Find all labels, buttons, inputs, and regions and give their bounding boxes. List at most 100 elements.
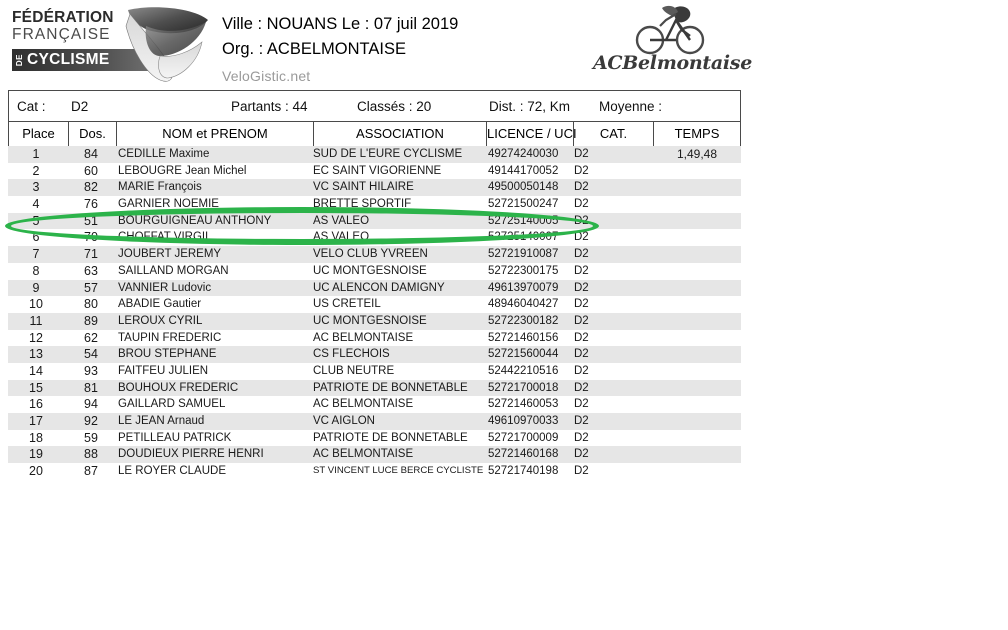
distance-value: Dist. : 72, Km <box>489 98 571 114</box>
cell-category: D2 <box>574 214 589 227</box>
cell-name: BOURGUIGNEAU ANTHONY <box>118 214 272 227</box>
cell-category: D2 <box>574 465 589 478</box>
cell-category: D2 <box>574 264 589 277</box>
cell-association: AC BELMONTAISE <box>313 448 414 461</box>
cell-licence: 52722300175 <box>488 264 559 277</box>
cat-value: D2 <box>71 98 89 114</box>
table-row: 14 93 FAITFEU JULIEN CLUB NEUTRE 52442210516… <box>8 362 741 380</box>
cell-dossard: 89 <box>84 313 98 328</box>
column-header-dos: Dos. <box>69 122 117 146</box>
cell-licence: 52721460168 <box>488 448 559 461</box>
table-row: 6 70 CHOFFAT VIRGIL AS VALEO 52725140007 D2 <box>8 229 741 247</box>
cell-association: PATRIOTE DE BONNETABLE <box>313 431 468 444</box>
cell-time <box>653 296 741 313</box>
table-row: 15 81 BOUHOUX FREDERIC PATRIOTE DE BONNETAB… <box>8 379 741 397</box>
cell-licence: 52721700018 <box>488 381 559 394</box>
cell-name: FAITFEU JULIEN <box>118 364 209 377</box>
cell-association: BRETTE SPORTIF <box>313 198 412 211</box>
cell-dossard: 63 <box>84 263 98 278</box>
table-row: 9 57 VANNIER Ludovic UC ALENCON DAMIGNY 4961… <box>8 279 741 297</box>
table-row: 10 80 ABADIE Gautier US CRETEIL 48946040427 D… <box>8 296 741 313</box>
cell-licence: 52442210516 <box>488 364 559 377</box>
table-row: 17 92 LE JEAN Arnaud VC AIGLON 49610970033 D2 <box>8 413 741 430</box>
cell-dossard: 51 <box>84 213 98 228</box>
cell-name: MARIE François <box>118 181 202 194</box>
cell-dossard: 54 <box>84 347 98 362</box>
cyclist-icon <box>635 5 705 55</box>
table-row: 18 59 PETILLEAU PATRICK PATRIOTE DE BONNETA… <box>8 429 741 447</box>
cell-place: 9 <box>32 280 40 295</box>
column-header-place: Place <box>9 122 69 146</box>
cell-licence: 52721910087 <box>488 248 559 261</box>
cell-time <box>653 396 741 413</box>
table-row: 13 54 BROU STEPHANE CS FLECHOIS 52721560044 D… <box>8 346 741 363</box>
cell-place: 5 <box>32 213 40 228</box>
cell-category: D2 <box>574 298 589 311</box>
cell-association: PATRIOTE DE BONNETABLE <box>313 381 468 394</box>
cell-category: D2 <box>574 148 589 160</box>
cell-association: VC AIGLON <box>313 415 375 427</box>
cell-licence: 49613970079 <box>488 281 559 294</box>
cell-time <box>653 430 741 447</box>
cell-place: 17 <box>29 414 43 428</box>
cell-association: CS FLECHOIS <box>313 348 390 361</box>
cell-category: D2 <box>574 164 589 177</box>
column-header-nom: NOM et PRENOM <box>117 122 314 146</box>
cell-name: DOUDIEUX PIERRE HENRI <box>118 448 264 461</box>
cell-time <box>653 330 741 347</box>
cell-place: 12 <box>29 330 43 345</box>
cell-category: D2 <box>574 231 589 244</box>
cell-licence: 48946040427 <box>488 298 559 311</box>
cell-association: EC SAINT VIGORIENNE <box>313 164 442 177</box>
cell-place: 1 <box>32 147 40 161</box>
cell-place: 15 <box>29 380 43 395</box>
cell-category: D2 <box>574 364 589 377</box>
cell-category: D2 <box>574 431 589 444</box>
cell-association: VC SAINT HILAIRE <box>313 181 414 194</box>
cell-association: AC BELMONTAISE <box>313 398 414 411</box>
results-header-box: Cat : D2 Partants : 44 Classés : 20 Dist… <box>8 90 741 148</box>
cell-licence: 52725140005 <box>488 214 559 227</box>
column-header-licence: LICENCE / UCI <box>487 122 577 146</box>
cell-category: D2 <box>574 314 589 327</box>
cell-dossard: 71 <box>84 247 98 262</box>
velogistic-watermark: VeloGistic.net <box>222 68 311 84</box>
event-ville-line: Ville : NOUANS Le : 07 juil 2019 <box>222 15 459 33</box>
cell-dossard: 76 <box>84 197 98 212</box>
cell-name: LEBOUGRE Jean Michel <box>118 164 247 177</box>
cell-time <box>653 229 741 246</box>
table-row: 2 60 LEBOUGRE Jean Michel EC SAINT VIGORIEN… <box>8 162 741 180</box>
document-header: FÉDÉRATION FRANÇAISE DE CYCLISME Ville:… <box>0 0 1008 90</box>
ffc-line-cyclisme: CYCLISME <box>27 51 110 68</box>
table-row: 7 71 JOUBERT JEREMY VELO CLUB YVREEN 5272191… <box>8 246 741 263</box>
cell-category: D2 <box>574 348 589 361</box>
cell-place: 14 <box>29 363 43 378</box>
cell-association: AS VALEO <box>313 231 370 244</box>
cell-time <box>653 463 741 480</box>
cell-name: GARNIER NOEMIE <box>118 198 219 211</box>
table-row: 3 82 MARIE François VC SAINT HILAIRE 4950005… <box>8 179 741 197</box>
column-header-cat: CAT. <box>574 122 654 146</box>
cell-place: 2 <box>32 163 40 178</box>
cell-category: D2 <box>574 415 589 427</box>
cell-licence: 52721700009 <box>488 431 559 444</box>
cell-time <box>653 380 741 397</box>
cell-licence: 49274240030 <box>488 148 559 160</box>
cell-name: LE ROYER CLAUDE <box>118 465 227 478</box>
cell-name: CHOFFAT VIRGIL <box>118 231 212 244</box>
cell-dossard: 62 <box>84 330 98 345</box>
cell-place: 11 <box>29 313 43 328</box>
cell-place: 8 <box>32 263 40 278</box>
cell-name: SAILLAND MORGAN <box>118 264 229 277</box>
table-row: 19 88 DOUDIEUX PIERRE HENRI AC BELMONTAISE 5… <box>8 446 741 464</box>
cell-time <box>653 179 741 196</box>
cell-dossard: 60 <box>84 163 98 178</box>
cell-licence: 52721500247 <box>488 198 559 211</box>
cell-association: AC BELMONTAISE <box>313 331 414 344</box>
cell-dossard: 87 <box>84 464 98 479</box>
event-info-block: Ville : NOUANS Le : 07 juil 2019 Org. : … <box>222 12 552 62</box>
classes-value: Classés : 20 <box>357 98 432 114</box>
cell-licence: 52721560044 <box>488 348 559 361</box>
cell-dossard: 84 <box>84 147 98 161</box>
cell-name: BOUHOUX FREDERIC <box>118 381 239 394</box>
